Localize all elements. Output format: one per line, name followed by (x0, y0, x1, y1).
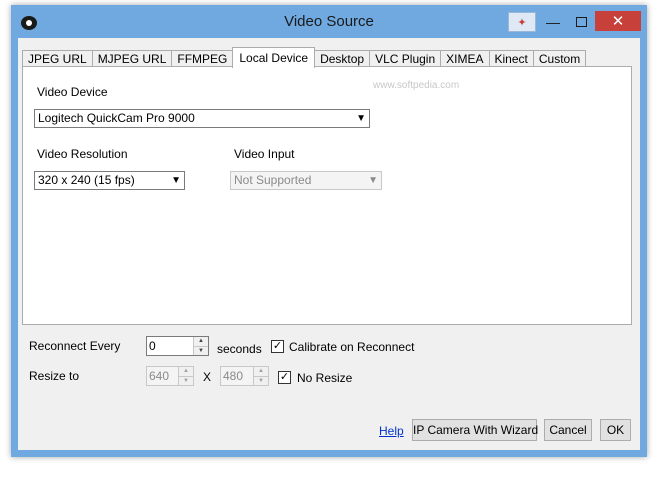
no-resize-checkbox[interactable]: ✓ (278, 371, 291, 384)
calibrate-label: Calibrate on Reconnect (289, 340, 415, 354)
close-icon: ✕ (611, 13, 625, 30)
checkmark-icon: ✓ (272, 340, 283, 352)
help-link[interactable]: Help (379, 424, 404, 438)
chevron-down-icon: ▼ (171, 175, 181, 186)
source-tabs: JPEG URL MJPEG URL FFMPEG Local Device D… (22, 47, 587, 68)
ok-button[interactable]: OK (600, 419, 631, 441)
dialog-client-area: JPEG URL MJPEG URL FFMPEG Local Device D… (18, 38, 640, 450)
seconds-label: seconds (217, 342, 262, 356)
reconnect-seconds-value: 0 (149, 339, 156, 353)
tab-local-device[interactable]: Local Device (232, 47, 316, 68)
close-button[interactable]: ✕ (595, 11, 641, 31)
video-resolution-label: Video Resolution (37, 147, 128, 161)
minimize-button[interactable]: — (539, 11, 567, 32)
video-input-select[interactable]: Not Supported ▼ (230, 171, 382, 190)
video-source-window: Video Source ✦ — ✕ JPEG URL MJPEG URL FF… (11, 5, 647, 457)
maximize-icon (575, 16, 587, 27)
no-resize-label: No Resize (297, 371, 353, 385)
resize-width-input[interactable]: 640 ▲ ▼ (146, 366, 194, 386)
video-device-label: Video Device (37, 85, 108, 99)
local-device-panel: www.softpedia.com Video Device Logitech … (22, 66, 632, 325)
extra-window-button[interactable]: ✦ (508, 12, 536, 32)
spin-down-icon[interactable]: ▼ (179, 375, 193, 386)
chevron-down-icon: ▼ (356, 113, 366, 124)
video-input-label: Video Input (234, 147, 295, 161)
ip-camera-wizard-button[interactable]: IP Camera With Wizard (412, 419, 538, 441)
reconnect-seconds-input[interactable]: 0 ▲ ▼ (146, 336, 209, 356)
resize-height-value: 480 (223, 369, 244, 383)
spin-down-icon[interactable]: ▼ (194, 345, 208, 356)
chevron-down-icon: ▼ (368, 175, 378, 186)
video-device-value: Logitech QuickCam Pro 9000 (38, 111, 195, 125)
resize-width-value: 640 (149, 369, 170, 383)
cancel-button[interactable]: Cancel (544, 419, 592, 441)
video-resolution-value: 320 x 240 (15 fps) (38, 173, 135, 187)
video-resolution-select[interactable]: 320 x 240 (15 fps) ▼ (34, 171, 185, 190)
minimize-icon: — (546, 13, 560, 30)
resize-to-label: Resize to (29, 369, 80, 383)
calibrate-checkbox[interactable]: ✓ (271, 340, 284, 353)
sparkle-icon: ✦ (517, 16, 527, 29)
spin-down-icon[interactable]: ▼ (254, 375, 268, 386)
reconnect-every-label: Reconnect Every (29, 339, 121, 353)
video-input-value: Not Supported (234, 173, 312, 187)
spin-up-icon[interactable]: ▲ (179, 367, 193, 376)
title-bar[interactable]: Video Source ✦ — ✕ (11, 5, 647, 38)
spin-up-icon[interactable]: ▲ (194, 337, 208, 346)
watermark: www.softpedia.com (373, 80, 460, 91)
resize-separator: X (203, 370, 212, 384)
spin-up-icon[interactable]: ▲ (254, 367, 268, 376)
maximize-button[interactable] (567, 11, 595, 32)
video-device-select[interactable]: Logitech QuickCam Pro 9000 ▼ (34, 109, 370, 128)
checkmark-icon: ✓ (279, 371, 290, 383)
resize-height-input[interactable]: 480 ▲ ▼ (220, 366, 269, 386)
